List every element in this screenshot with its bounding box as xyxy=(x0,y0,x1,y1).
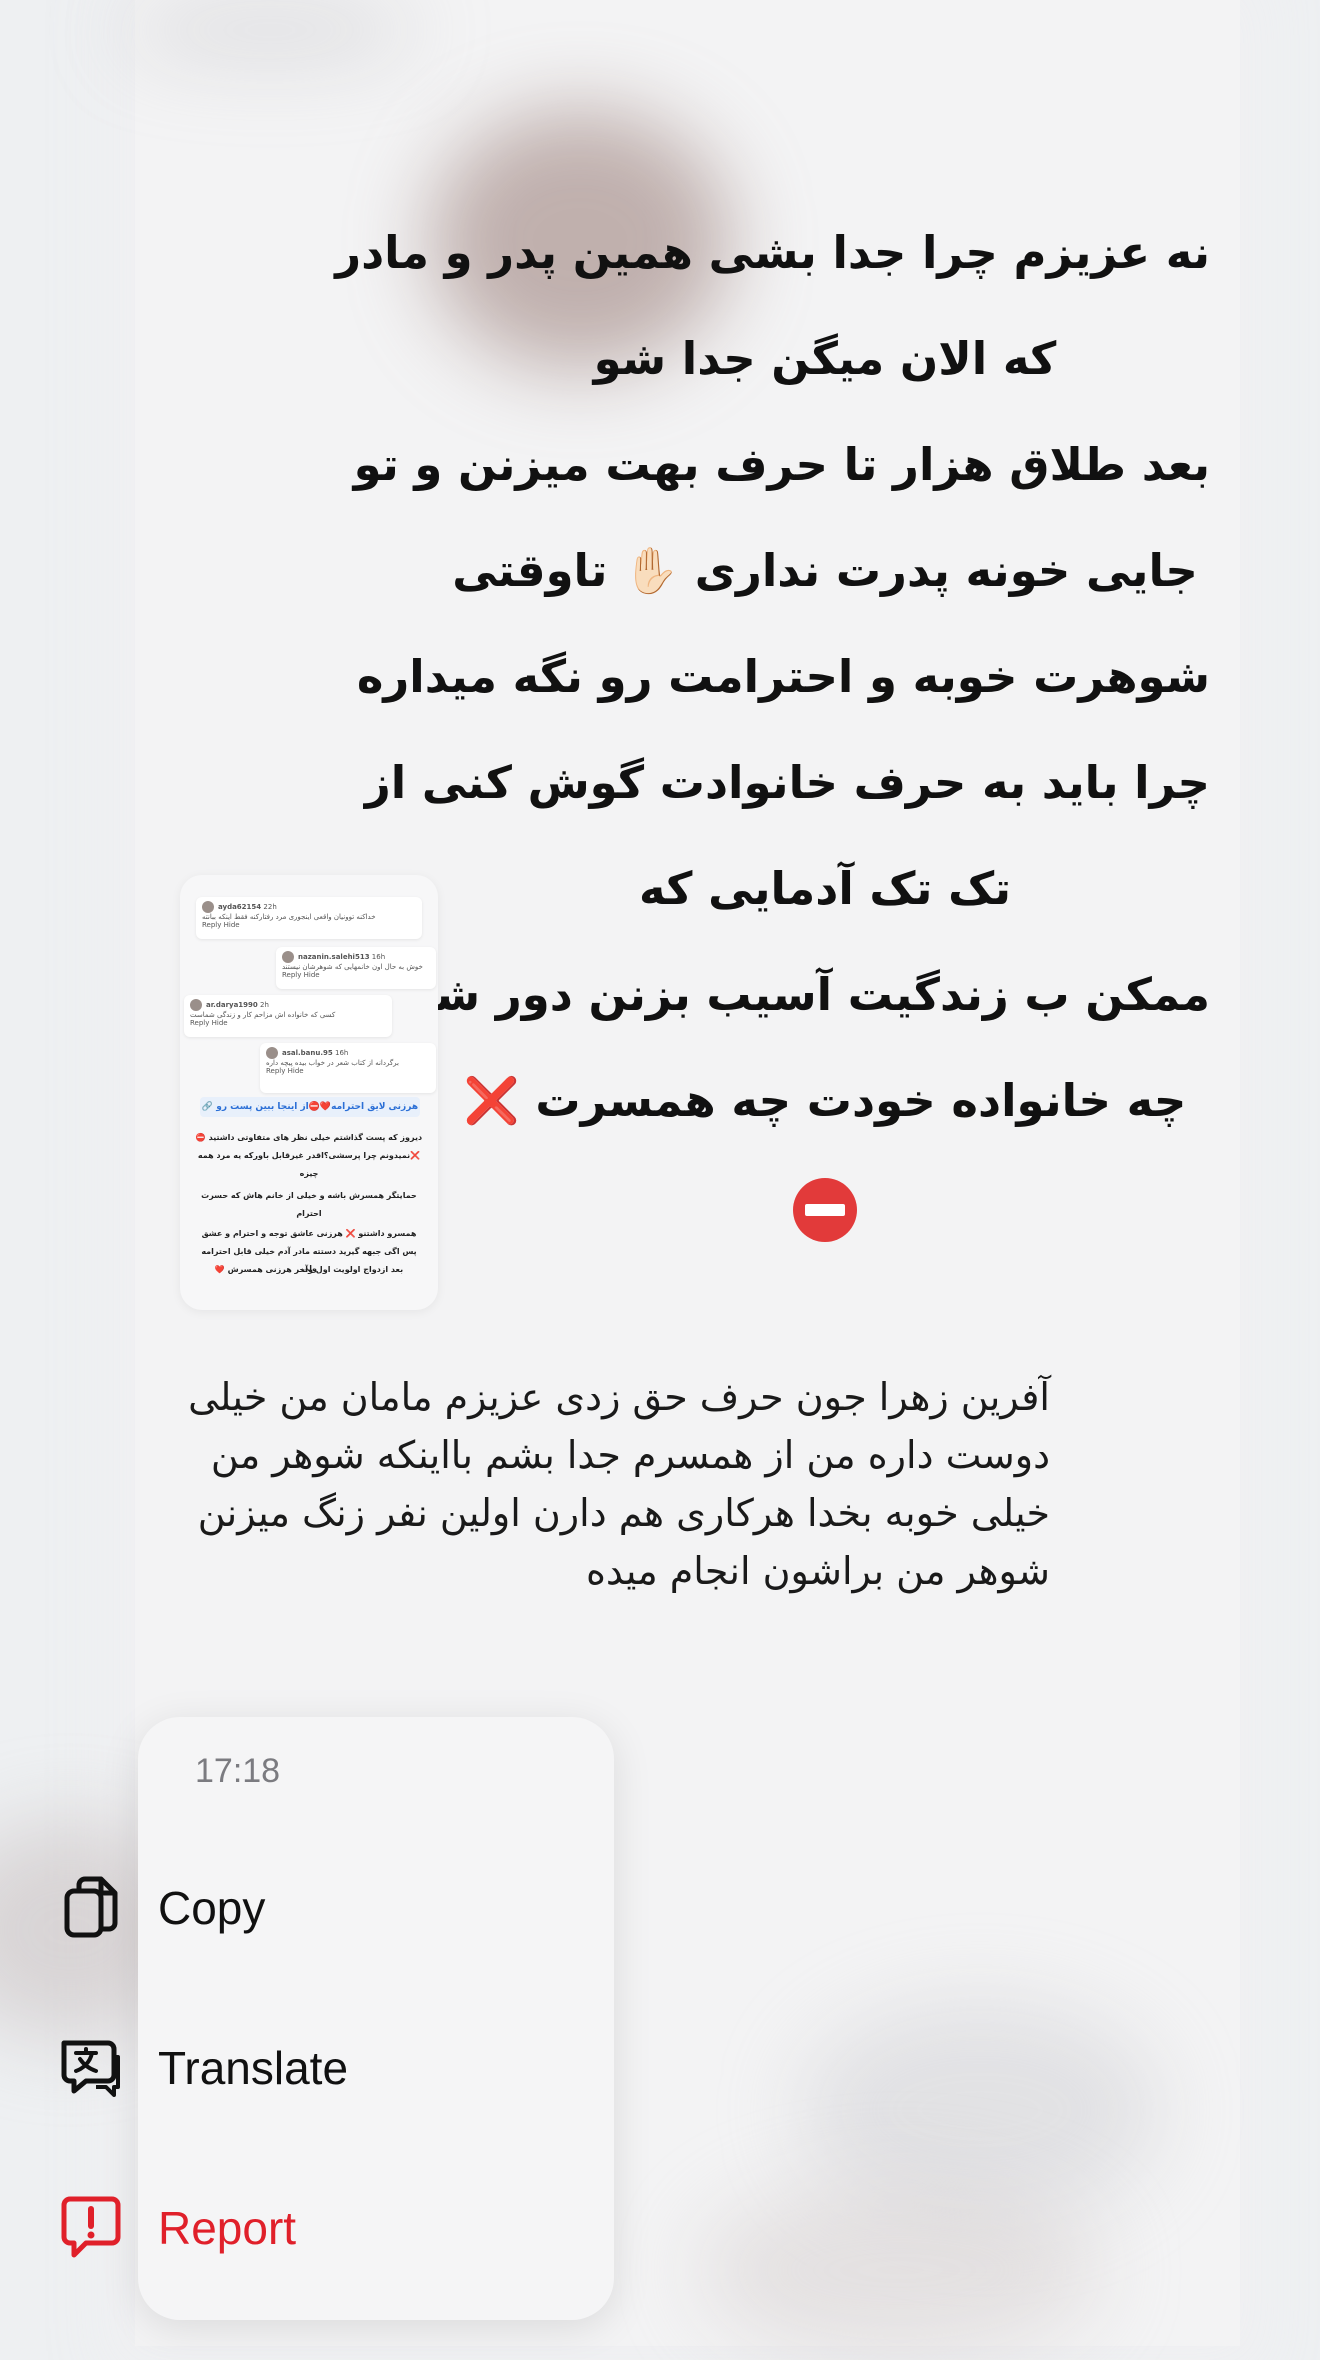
avatar xyxy=(190,999,202,1011)
report-button[interactable]: Report xyxy=(0,2168,476,2288)
report-icon xyxy=(58,2195,124,2261)
thumbnail-comment: ayda62154 22h خداکنه توونیان واقعی اینجو… xyxy=(196,897,422,939)
avatar xyxy=(202,901,214,913)
thumbnail-line: بعد ازدواج اولویت اول وآخر هرزنی همسرش ❤… xyxy=(214,1265,404,1274)
avatar xyxy=(266,1047,278,1059)
caption-line: چرا باید به حرف خانوادت گوش کنی از xyxy=(364,756,1210,809)
no-entry-icon xyxy=(793,1178,857,1242)
thumbnail-line: همسرو داشتنو ❌ هرزنی عاشق توجه و احترام … xyxy=(201,1229,417,1238)
copy-icon xyxy=(58,1875,124,1941)
caption-line: نه عزیزم چرا جدا بشی همین پدر و مادر xyxy=(335,226,1210,279)
thumbnail-line: احترام xyxy=(296,1209,322,1218)
avatar xyxy=(282,951,294,963)
thumbnail-line: دیروز که پست گذاشتم خیلی نظر های متفاوتی… xyxy=(195,1133,423,1142)
blurred-photo-region xyxy=(700,2180,1100,2360)
caption-line: تک تک آدمایی که xyxy=(638,862,1012,915)
thumbnail-comment: ar.darya1990 2h کسی که خانواده اش مزاحم … xyxy=(184,995,392,1037)
caption-line: که الان میگن جدا شو xyxy=(593,332,1057,385)
thumbnail-line: چیزه xyxy=(299,1169,319,1178)
caption-line: چه خانواده خودت چه همسرت ❌ xyxy=(463,1074,1187,1127)
reply-message: آفرین زهرا جون حرف حق زدی عزیزم مامان من… xyxy=(188,1375,1050,1593)
caption-line: بعد طلاق هزار تا حرف بهت میزنن و تو xyxy=(353,438,1210,491)
thumbnail-comment: nazanin.salehi513 16h خوش به حال اون خان… xyxy=(276,947,436,989)
report-label: Report xyxy=(158,2202,297,2254)
story-caption: نه عزیزم چرا جدا بشی همین پدر و مادر که … xyxy=(335,200,1210,1260)
story-thumbnail[interactable]: ayda62154 22h خداکنه توونیان واقعی اینجو… xyxy=(180,875,438,1310)
thumbnail-header: هرزنی لایق احترامه❤️⛔از اینجا ببین پست ر… xyxy=(200,1097,420,1117)
message-timestamp: 17:18 xyxy=(195,1752,281,1790)
caption-line: شوهرت خوبه و احترامت رو نگه میداره xyxy=(356,650,1210,703)
translate-icon xyxy=(58,2035,124,2101)
caption-line: ممکن ب زندگیت آسیب بزنن دور شو xyxy=(407,968,1210,1021)
thumbnail-line: ❌نمیدونم چرا پرسشی؟اقدر غیرقابل باورکه ی… xyxy=(197,1151,421,1160)
copy-label: Copy xyxy=(158,1882,266,1934)
no-entry-emoji-line xyxy=(440,1154,1210,1260)
thumbnail-comment: asal.banu.95 16h برگردانه از کتاب شعر در… xyxy=(260,1043,436,1093)
translate-label: Translate xyxy=(158,2042,349,2094)
translate-button[interactable]: Translate xyxy=(0,2008,476,2128)
blurred-photo-region xyxy=(120,0,420,60)
caption-line: جایی خونه پدرت نداری ✋🏻 تاوقتی xyxy=(452,544,1198,597)
thumbnail-line: حمایتگر همسرش باشه و خیلی از خانم هاش که… xyxy=(201,1191,417,1200)
copy-button[interactable]: Copy xyxy=(0,1848,476,1968)
